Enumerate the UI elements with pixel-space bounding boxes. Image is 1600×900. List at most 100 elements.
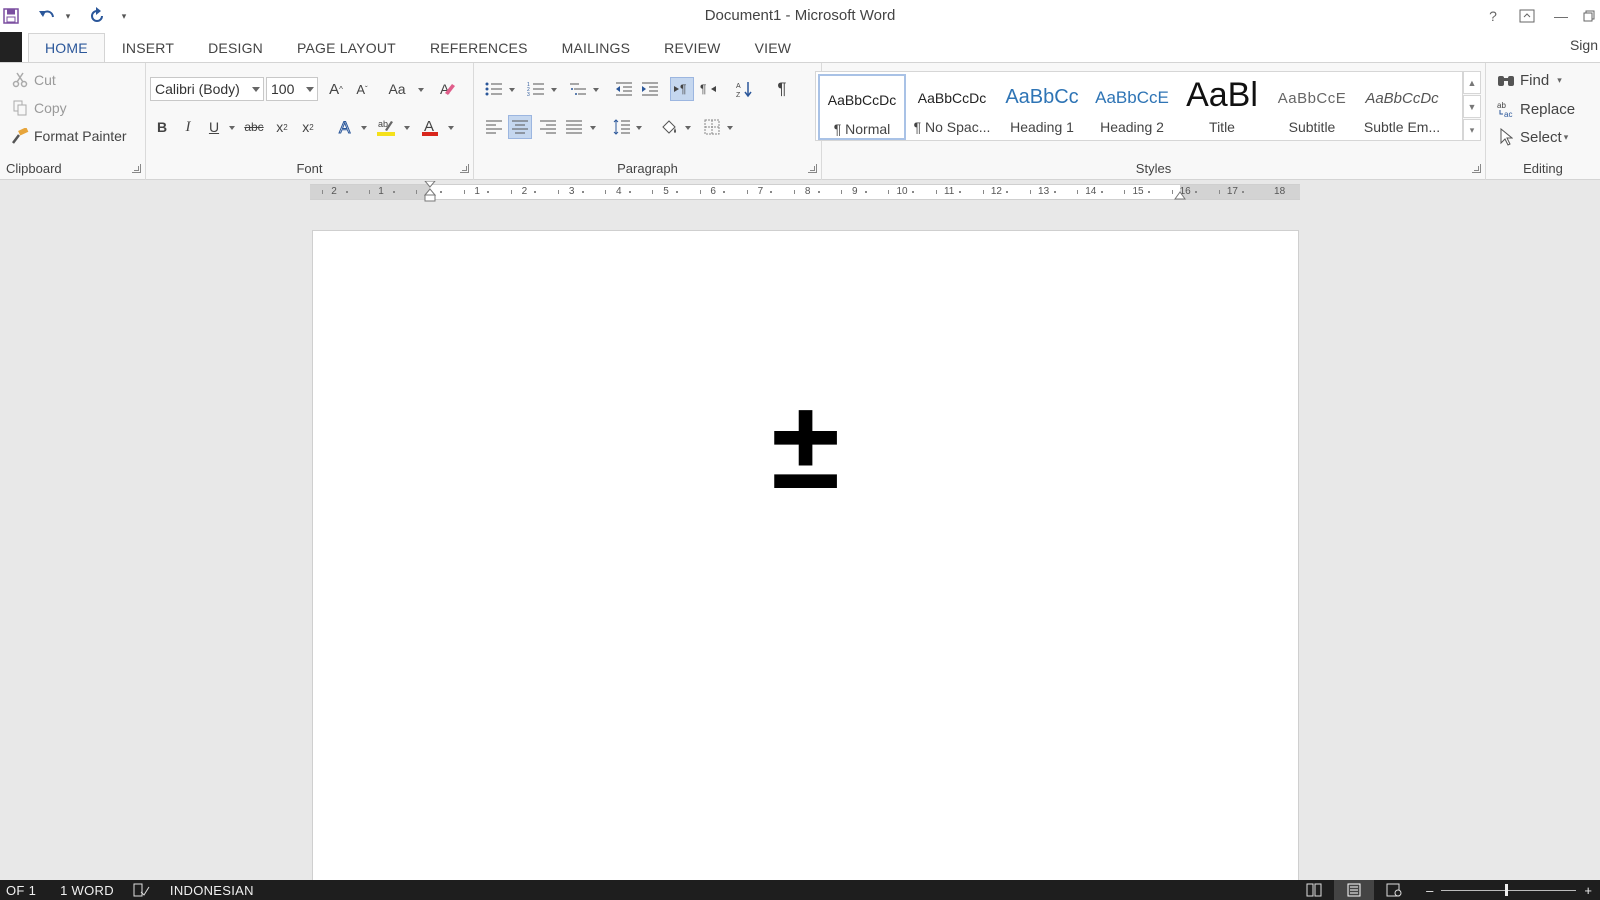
sign-in-link[interactable]: Sign	[1570, 37, 1598, 53]
style-normal[interactable]: AaBbCcDc ¶ Normal	[818, 74, 906, 140]
shrink-font-icon[interactable]: Aˇ	[350, 77, 374, 101]
quick-access-toolbar: ▾ ▾	[0, 0, 136, 32]
ltr-direction-icon[interactable]: ¶	[670, 77, 694, 101]
strikethrough-button[interactable]: abc	[242, 115, 266, 139]
font-name-combo[interactable]: Calibri (Body)	[150, 77, 264, 101]
tab-design[interactable]: DESIGN	[191, 33, 280, 62]
borders-icon[interactable]	[700, 115, 724, 139]
zoom-slider[interactable]: – +	[1426, 883, 1592, 898]
font-size-value: 100	[271, 81, 295, 97]
proofing-icon[interactable]	[132, 883, 150, 897]
tab-review[interactable]: REVIEW	[647, 33, 737, 62]
style-subtitle[interactable]: AaBbCcE Subtitle	[1268, 74, 1356, 140]
style-no-spacing[interactable]: AaBbCcDc ¶ No Spac...	[908, 74, 996, 140]
tab-insert[interactable]: INSERT	[105, 33, 191, 62]
bold-button[interactable]: B	[150, 115, 174, 139]
decrease-indent-icon[interactable]	[612, 77, 636, 101]
sort-icon[interactable]: AZ	[732, 77, 756, 101]
underline-button[interactable]: U	[202, 115, 226, 139]
chevron-down-icon	[418, 88, 424, 92]
language-indicator[interactable]: INDONESIAN	[170, 883, 254, 898]
cursor-icon	[1496, 128, 1516, 146]
ruler-tick	[864, 191, 867, 193]
select-button[interactable]: Select ▾	[1496, 128, 1568, 146]
highlight-color-icon[interactable]: ab	[374, 115, 398, 139]
file-tab[interactable]	[0, 32, 22, 62]
ruler-tick	[982, 190, 984, 194]
text-effects-icon[interactable]: A	[334, 115, 358, 139]
font-launcher-icon[interactable]	[460, 164, 469, 173]
print-layout-icon[interactable]	[1334, 880, 1375, 900]
align-right-icon[interactable]	[536, 115, 560, 139]
subscript-button[interactable]: x2	[270, 115, 294, 139]
style-heading-1[interactable]: AaBbCc Heading 1	[998, 74, 1086, 140]
tab-references[interactable]: REFERENCES	[413, 33, 545, 62]
page-count[interactable]: OF 1	[6, 883, 36, 898]
numbering-icon[interactable]: 123	[524, 77, 548, 101]
zoom-track[interactable]	[1441, 883, 1577, 896]
undo-dropdown-icon[interactable]: ▾	[62, 5, 74, 27]
customize-icon[interactable]: ▾	[118, 5, 130, 27]
tab-view[interactable]: VIEW	[738, 33, 809, 62]
tab-mailings[interactable]: MAILINGS	[545, 33, 648, 62]
format-painter-button[interactable]: Format Painter	[10, 127, 127, 145]
cut-button[interactable]: Cut	[10, 71, 56, 89]
rtl-direction-icon[interactable]: ¶	[696, 77, 720, 101]
ruler-number: 5	[663, 186, 669, 197]
align-center-icon[interactable]	[508, 115, 532, 139]
redo-icon[interactable]	[86, 5, 108, 27]
align-left-icon[interactable]	[482, 115, 506, 139]
tab-page-layout[interactable]: PAGE LAYOUT	[280, 33, 413, 62]
font-color-icon[interactable]: A	[418, 115, 442, 139]
ruler-tick	[746, 190, 748, 194]
show-formatting-icon[interactable]: ¶	[770, 77, 794, 101]
chevron-down-icon	[593, 88, 599, 92]
document-page[interactable]: ±	[312, 230, 1299, 880]
gallery-more-icon[interactable]: ▾	[1463, 119, 1481, 141]
paragraph-launcher-icon[interactable]	[808, 164, 817, 173]
style-name: ¶ No Spac...	[913, 119, 991, 135]
undo-icon[interactable]	[36, 5, 58, 27]
read-mode-icon[interactable]	[1294, 880, 1334, 900]
word-count[interactable]: 1 WORD	[60, 883, 114, 898]
horizontal-ruler[interactable]: 2 1 1 2 3 4 5 6 7 8 9 10 11 12 13 14 15 16 17 18	[310, 180, 1300, 202]
right-indent-marker-icon[interactable]	[1174, 189, 1186, 201]
web-layout-icon[interactable]	[1374, 880, 1414, 900]
ribbon-display-icon[interactable]	[1510, 2, 1544, 30]
justify-icon[interactable]	[562, 115, 586, 139]
ruler-tick	[959, 191, 962, 193]
document-content[interactable]: ±	[771, 383, 840, 508]
font-name-value: Calibri (Body)	[155, 81, 240, 97]
style-subtle-emphasis[interactable]: AaBbCcDc Subtle Em...	[1358, 74, 1446, 140]
zoom-in-icon[interactable]: +	[1584, 883, 1592, 898]
font-size-combo[interactable]: 100	[266, 77, 318, 101]
copy-button[interactable]: Copy	[10, 99, 67, 117]
gallery-scroll-up-icon[interactable]: ▲	[1463, 71, 1481, 94]
restore-icon[interactable]	[1578, 2, 1600, 30]
style-title[interactable]: AaBl Title	[1178, 74, 1266, 140]
clear-formatting-icon[interactable]: A	[436, 77, 460, 101]
shading-icon[interactable]	[658, 115, 682, 139]
superscript-button[interactable]: x2	[296, 115, 320, 139]
grow-font-icon[interactable]: A ^	[324, 77, 348, 101]
gallery-scroll-down-icon[interactable]: ▼	[1463, 95, 1481, 118]
multilevel-list-icon[interactable]	[566, 77, 590, 101]
tab-home[interactable]: HOME	[28, 33, 105, 62]
zoom-out-icon[interactable]: –	[1426, 883, 1433, 898]
clipboard-launcher-icon[interactable]	[132, 164, 141, 173]
italic-button[interactable]: I	[176, 115, 200, 139]
save-icon[interactable]	[0, 5, 22, 27]
increase-indent-icon[interactable]	[638, 77, 662, 101]
indent-marker-icon[interactable]	[423, 180, 437, 205]
help-icon[interactable]: ?	[1476, 2, 1510, 30]
replace-button[interactable]: ab ac Replace	[1496, 100, 1575, 119]
bullets-icon[interactable]	[482, 77, 506, 101]
style-heading-2[interactable]: AaBbCcE Heading 2	[1088, 74, 1176, 140]
line-spacing-icon[interactable]	[610, 115, 634, 139]
chevron-down-icon	[509, 88, 515, 92]
styles-launcher-icon[interactable]	[1472, 164, 1481, 173]
change-case-button[interactable]: Aa	[382, 77, 412, 101]
minimize-icon[interactable]: —	[1544, 2, 1578, 30]
find-button[interactable]: Find ▾	[1496, 71, 1562, 89]
zoom-thumb[interactable]	[1505, 883, 1509, 896]
